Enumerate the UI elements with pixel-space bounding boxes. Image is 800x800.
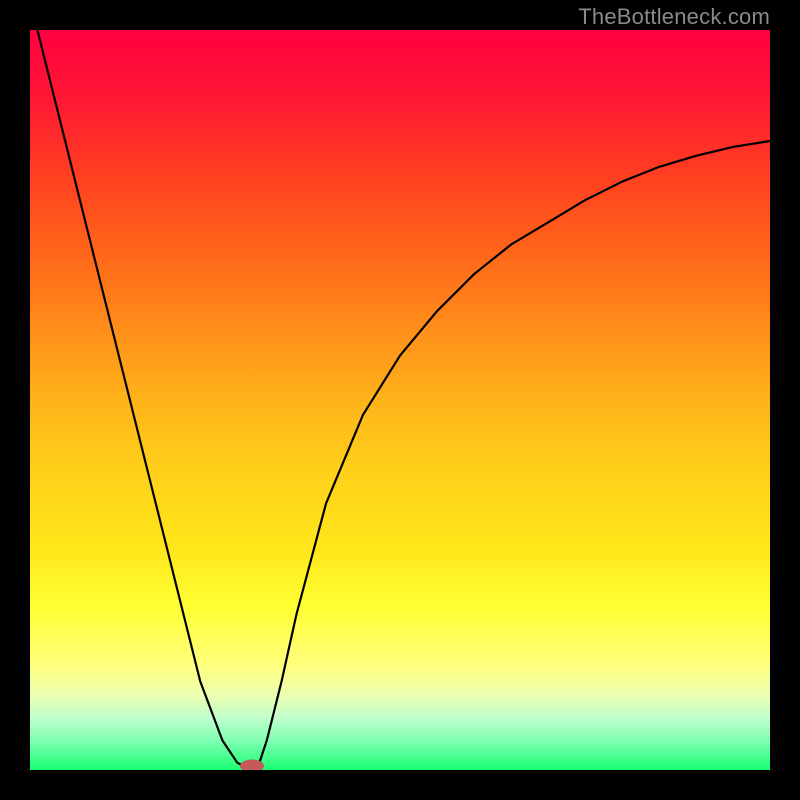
plot-area	[30, 30, 770, 770]
bottleneck-curve	[37, 30, 770, 770]
watermark-text: TheBottleneck.com	[578, 4, 770, 30]
curve-svg	[30, 30, 770, 770]
chart-frame: TheBottleneck.com	[0, 0, 800, 800]
